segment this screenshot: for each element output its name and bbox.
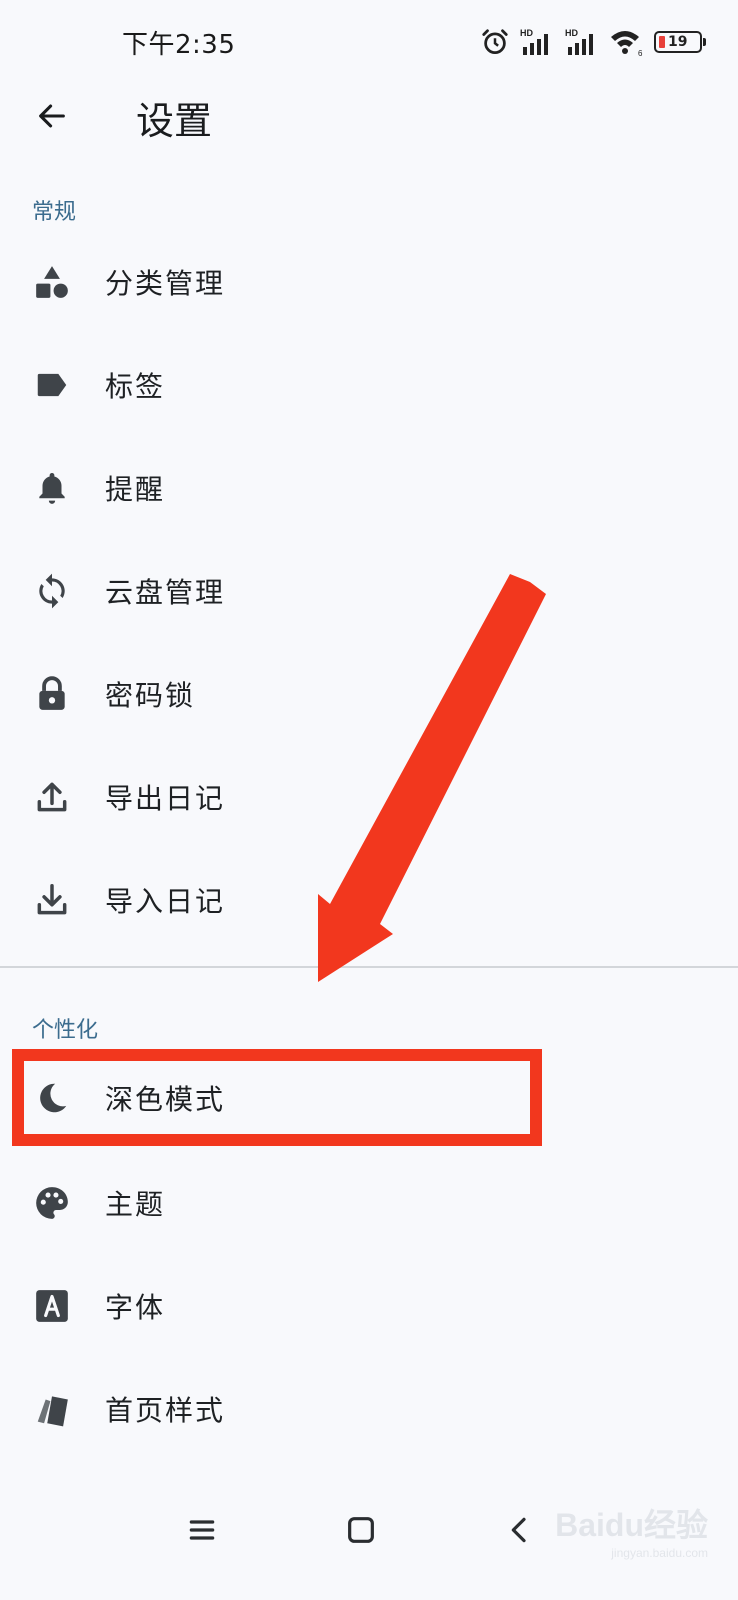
lock-icon [32, 674, 72, 714]
signal-icon-1: HD [520, 28, 548, 55]
status-bar: 下午2:35 HD HD 6 19 [0, 0, 738, 84]
alarm-icon [482, 29, 508, 54]
section-header-general: 常规 [32, 200, 77, 225]
shapes-icon [32, 262, 72, 302]
back-nav-button[interactable] [490, 1500, 550, 1560]
watermark: Baidu经验 jingyan.baidu.com [555, 1500, 708, 1560]
menu-item-label: 首页样式 [105, 1394, 226, 1427]
square-icon [348, 1517, 374, 1543]
status-time: 下午2:35 [122, 30, 236, 60]
menu-lines-icon [189, 1520, 215, 1540]
menu-item-label: 密码锁 [105, 679, 196, 712]
watermark-text: Baidu经验 [555, 1507, 708, 1543]
menu-item-theme[interactable]: 主题 [0, 1155, 738, 1251]
svg-text:HD: HD [565, 28, 578, 38]
page-title: 设置 [136, 99, 213, 143]
menu-item-label: 分类管理 [105, 267, 226, 300]
signal-icon-2: HD [565, 28, 593, 55]
back-button[interactable] [30, 94, 74, 138]
menu-item-tags[interactable]: 标签 [0, 337, 738, 433]
label-icon [32, 365, 72, 405]
menu-item-label: 云盘管理 [105, 576, 226, 609]
battery-icon: 19 [654, 31, 706, 53]
annotation-highlight-box [12, 1049, 542, 1146]
menu-item-label: 导入日记 [105, 885, 226, 918]
status-icons: HD HD 6 19 [480, 26, 706, 58]
font-icon [32, 1286, 72, 1326]
watermark-sub: jingyan.baidu.com [611, 1546, 708, 1560]
chevron-left-icon [511, 1517, 526, 1543]
menu-item-export-diary[interactable]: 导出日记 [0, 749, 738, 845]
app-header: 设置 [0, 84, 738, 144]
menu-item-font[interactable]: 字体 [0, 1258, 738, 1354]
menu-item-category-management[interactable]: 分类管理 [0, 234, 738, 330]
download-icon [32, 880, 72, 920]
section-header-personalization: 个性化 [32, 1018, 99, 1043]
menu-item-cloud-management[interactable]: 云盘管理 [0, 543, 738, 639]
arrow-left-icon [39, 104, 65, 128]
wifi-icon: 6 [611, 31, 643, 57]
menu-item-import-diary[interactable]: 导入日记 [0, 852, 738, 948]
svg-text:6: 6 [638, 49, 643, 57]
palette-icon [32, 1183, 72, 1223]
menu-item-label: 导出日记 [105, 782, 226, 815]
bell-icon [32, 468, 72, 508]
menu-item-password-lock[interactable]: 密码锁 [0, 646, 738, 742]
menu-item-home-style[interactable]: 首页样式 [0, 1361, 738, 1457]
section-divider [0, 966, 738, 968]
svg-text:HD: HD [520, 28, 533, 38]
menu-item-label: 主题 [105, 1188, 166, 1221]
menu-item-reminders[interactable]: 提醒 [0, 440, 738, 536]
menu-item-label: 字体 [105, 1291, 166, 1324]
sync-icon [32, 571, 72, 611]
battery-level: 19 [668, 34, 688, 50]
recents-button[interactable] [172, 1500, 232, 1560]
upload-icon [32, 777, 72, 817]
menu-item-label: 提醒 [105, 473, 166, 506]
menu-item-label: 标签 [105, 370, 166, 403]
cards-icon [32, 1389, 72, 1429]
home-button[interactable] [331, 1500, 391, 1560]
